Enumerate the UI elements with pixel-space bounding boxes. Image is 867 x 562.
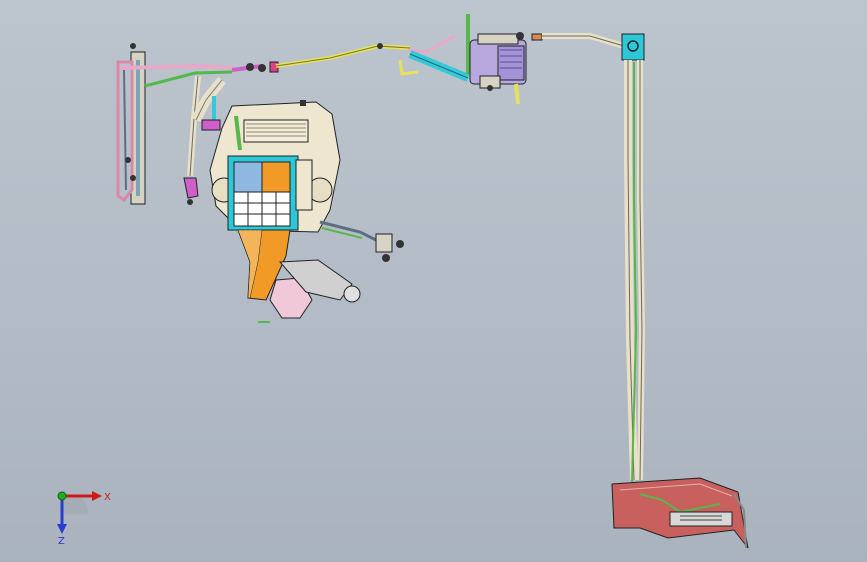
hvac-unit[interactable]: [209, 100, 341, 233]
vertical-mast[interactable]: [624, 60, 646, 483]
pipe-to-mast[interactable]: [542, 33, 645, 61]
cad-viewport[interactable]: X Z: [0, 0, 867, 562]
side-connector[interactable]: [319, 220, 404, 262]
pipe-run-top[interactable]: [275, 14, 470, 82]
assembly-model[interactable]: [0, 0, 867, 562]
right-upper-module[interactable]: [469, 32, 543, 105]
floor-console[interactable]: [611, 477, 749, 549]
lower-duct[interactable]: [237, 229, 361, 323]
y-axis-dot: [57, 491, 67, 501]
x-axis-label: X: [104, 492, 111, 503]
coordinate-triad-icon: X Z: [57, 491, 111, 547]
z-axis-label: Z: [58, 536, 65, 547]
